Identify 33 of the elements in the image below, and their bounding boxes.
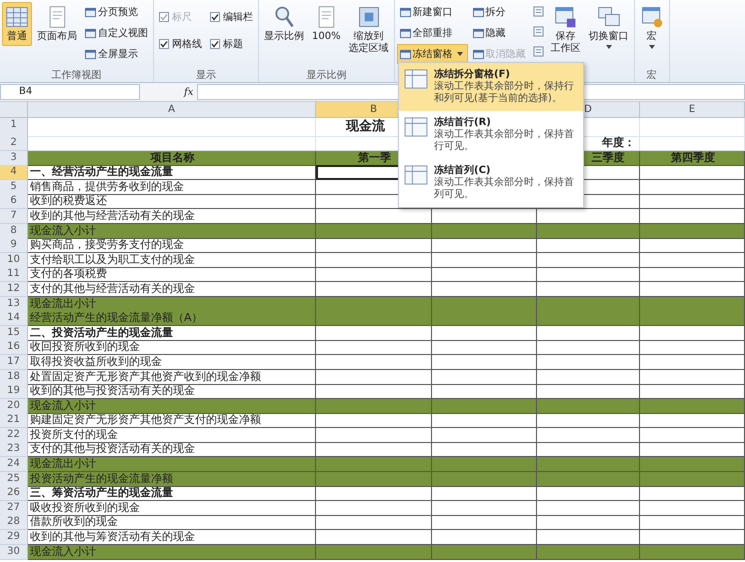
table-cell: 现金流入小计: [28, 544, 316, 560]
menu-item-title: 冻结首列(C): [434, 164, 492, 176]
table-cell: 现金流入小计: [28, 398, 316, 414]
table-cell: 现金流出小计: [28, 457, 316, 472]
group-label: 显示: [195, 69, 217, 82]
table-cell: 购买商品，接受劳务支付的现金: [28, 238, 316, 254]
menu-item-title: 冻结首行(R): [434, 116, 492, 128]
table-cell: 支付给职工以及为职工支付的现金: [28, 252, 316, 268]
table-cell: 三、筹资活动产生的现金流量: [28, 486, 316, 502]
group-label: 显示比例: [305, 69, 348, 82]
table-cell: 一、经营活动产生的现金流量: [28, 165, 316, 180]
table-cell: 现金流入小计: [28, 224, 316, 239]
table-cell: 销售商品，提供劳务收到的现金: [28, 180, 316, 195]
table-cell: 吸收投资所收到的现金: [28, 500, 316, 516]
table-cell: 投资所支付的现金: [28, 428, 316, 443]
table-cell: 收回投资所收到的现金: [28, 340, 316, 356]
table-cell: 现金流出小计: [28, 296, 316, 312]
table-cell: 二、投资活动产生的现金流量: [28, 326, 316, 341]
table-cell: 经营活动产生的现金流量净额（A）: [28, 311, 316, 326]
table-cell: 取得投资收益所收到的现金: [28, 354, 316, 370]
group-label: 宏: [646, 69, 658, 82]
table-cell: 购建固定资产无形资产其他资产支付的现金净额: [28, 413, 316, 428]
menu-item-title: 冻结拆分窗格(F): [434, 68, 511, 80]
table-cell: 支付的各项税费: [28, 267, 316, 282]
table-cell: 处置固定资产无形资产其他资产收到的现金净额: [28, 370, 316, 384]
menu-item-description: 滚动工作表其余部分时，保持首列可见。: [434, 177, 575, 201]
table-cell: 借款所收到的现金: [28, 515, 316, 530]
menu-item-description: 滚动工作表其余部分时，保持行和列可见(基于当前的选择)。: [434, 81, 575, 105]
group-label: 工作簿视图: [50, 69, 102, 82]
table-cell: 收到的税费返还: [28, 194, 316, 210]
table-cell: 项目名称: [28, 150, 316, 166]
table-cell: 第四季度: [640, 150, 745, 166]
table-cell: 投资活动产生的现金流量净额: [28, 472, 316, 487]
